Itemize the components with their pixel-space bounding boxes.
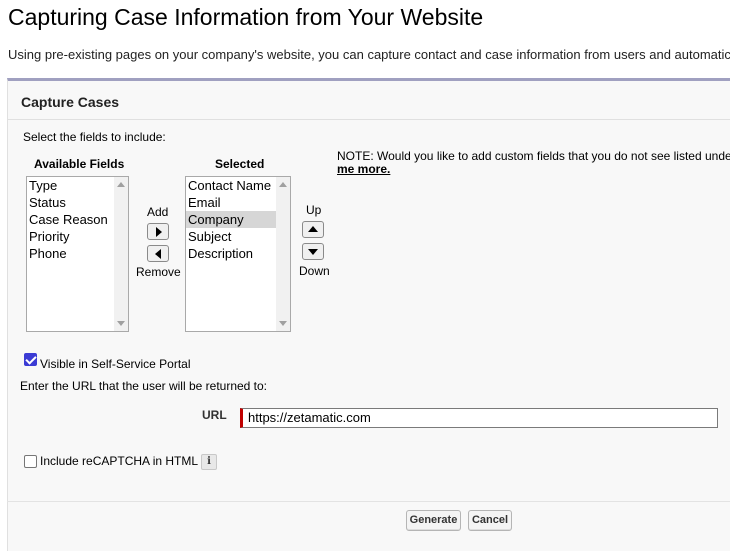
available-fields-label: Available Fields bbox=[34, 157, 125, 171]
panel-header: Capture Cases bbox=[8, 81, 730, 120]
arrow-left-icon bbox=[155, 249, 161, 259]
arrow-right-icon bbox=[156, 227, 162, 237]
recaptcha-label: Include reCAPTCHA in HTML bbox=[40, 454, 199, 468]
page-title: Capturing Case Information from Your Web… bbox=[8, 4, 484, 30]
list-option[interactable]: Case Reason bbox=[27, 211, 128, 228]
available-scrollbar[interactable] bbox=[114, 177, 128, 331]
list-option[interactable]: Phone bbox=[27, 245, 128, 262]
panel-title: Capture Cases bbox=[21, 94, 120, 110]
scroll-down-icon bbox=[117, 321, 125, 326]
down-label: Down bbox=[299, 264, 330, 278]
list-option[interactable]: Type bbox=[27, 177, 128, 194]
up-label: Up bbox=[306, 203, 322, 217]
recaptcha-checkbox[interactable] bbox=[24, 455, 37, 468]
page-intro: Using pre-existing pages on your company… bbox=[8, 47, 730, 62]
move-down-button[interactable] bbox=[302, 243, 324, 260]
generate-button[interactable]: Generate bbox=[406, 510, 461, 531]
list-option[interactable]: Company bbox=[186, 211, 290, 228]
selected-fields-listbox[interactable]: Contact Name Email Company Subject Descripti… bbox=[185, 176, 291, 332]
arrow-down-icon bbox=[308, 249, 318, 255]
footer-divider bbox=[7, 501, 730, 502]
visible-portal-checkbox[interactable] bbox=[24, 353, 37, 366]
remove-button[interactable] bbox=[147, 245, 169, 262]
list-option[interactable]: Subject bbox=[186, 228, 290, 245]
list-option[interactable]: Priority bbox=[27, 228, 128, 245]
select-fields-label: Select the fields to include: bbox=[23, 130, 166, 144]
list-option[interactable]: Contact Name bbox=[186, 177, 290, 194]
scroll-down-icon bbox=[279, 321, 287, 326]
list-option[interactable]: Description bbox=[186, 245, 290, 262]
list-option[interactable]: Status bbox=[27, 194, 128, 211]
info-icon[interactable]: i bbox=[201, 454, 217, 470]
arrow-up-icon bbox=[308, 226, 318, 232]
selected-scrollbar[interactable] bbox=[276, 177, 290, 331]
scroll-up-icon bbox=[117, 182, 125, 187]
list-option[interactable]: Email bbox=[186, 194, 290, 211]
learn-more-link[interactable]: me more. bbox=[337, 162, 390, 176]
add-button[interactable] bbox=[147, 223, 169, 240]
add-label: Add bbox=[147, 205, 169, 219]
cancel-button[interactable]: Cancel bbox=[468, 510, 512, 531]
url-field-label: URL bbox=[202, 408, 227, 422]
selected-fields-label: Selected bbox=[215, 157, 265, 171]
remove-label: Remove bbox=[136, 265, 181, 279]
visible-portal-label: Visible in Self-Service Portal bbox=[40, 357, 191, 371]
scroll-up-icon bbox=[279, 182, 287, 187]
move-up-button[interactable] bbox=[302, 221, 324, 238]
custom-fields-note: NOTE: Would you like to add custom field… bbox=[337, 149, 730, 163]
available-fields-listbox[interactable]: Type Status Case Reason Priority Phone bbox=[26, 176, 129, 332]
return-url-label: Enter the URL that the user will be retu… bbox=[20, 379, 268, 393]
url-input[interactable]: https://zetamatic.com bbox=[240, 408, 718, 428]
